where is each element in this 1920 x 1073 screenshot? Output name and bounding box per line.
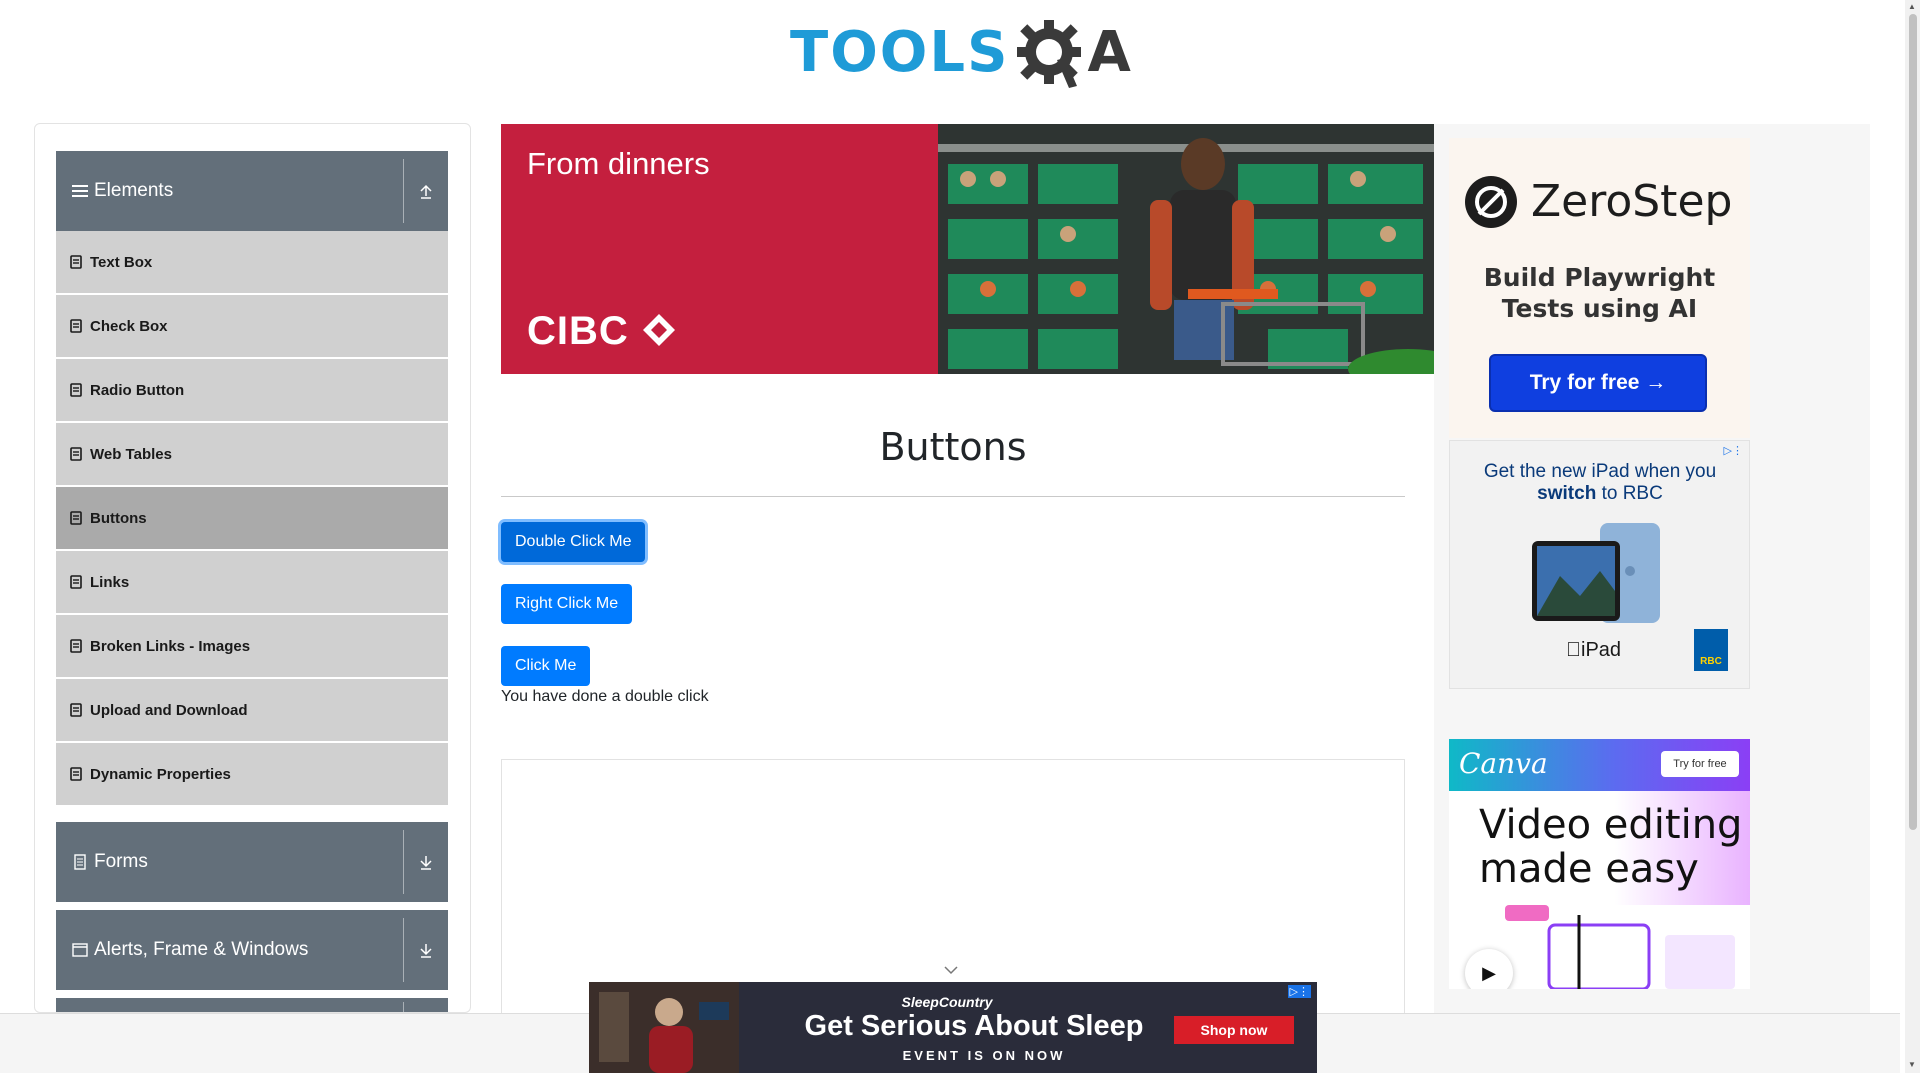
rbc-headline-bold: switch <box>1537 483 1597 504</box>
elements-menu: Text Box Check Box Radio Button Web Tabl… <box>56 231 448 807</box>
file-icon <box>70 383 82 397</box>
group-header-elements[interactable]: Elements <box>56 151 448 231</box>
gear-q-icon <box>1011 12 1091 92</box>
zerostep-ad[interactable]: ZeroStep Build Playwright Tests using AI… <box>1449 138 1750 438</box>
zerostep-tagline: Build Playwright Tests using AI <box>1483 263 1716 323</box>
sleep-country-ad[interactable]: SleepCountry Get Serious About Sleep EVE… <box>589 982 1317 1073</box>
sidebar: Elements Text Box Check Box Radio Button… <box>34 123 471 1013</box>
rbc-logo: RBC <box>1694 629 1728 671</box>
page: TOOLS A Elements Text Box Check Box Radi… <box>0 0 1920 1073</box>
toolsqa-logo[interactable]: TOOLS A <box>790 12 1131 92</box>
file-icon <box>70 255 82 269</box>
logo-text: TOOLS <box>790 19 1010 85</box>
file-icon <box>70 639 82 653</box>
canva-header: Canva Try for free <box>1449 739 1750 791</box>
menu-item-links[interactable]: Links <box>56 551 448 613</box>
group-title: Elements <box>94 180 174 201</box>
sleep-subline: EVENT IS ON NOW <box>902 1048 1066 1063</box>
menu-item-label: Web Tables <box>90 445 172 463</box>
right-click-button[interactable]: Right Click Me <box>501 584 633 624</box>
group-header-partial[interactable] <box>56 998 448 1012</box>
cibc-diamond-icon <box>642 314 675 346</box>
logo-suffix: A <box>1087 19 1131 85</box>
rbc-ipad-ad[interactable]: ▷⋮ Get the new iPad when you switch to R… <box>1449 440 1750 689</box>
scroll-up-icon[interactable]: ▲ <box>1908 2 1916 11</box>
cibc-logo: CIBC <box>527 309 677 354</box>
ipad-image <box>1530 521 1670 631</box>
menu-item-dynamic-properties[interactable]: Dynamic Properties <box>56 743 448 805</box>
file-icon <box>70 447 82 461</box>
shop-now-button[interactable]: Shop now <box>1174 1016 1294 1044</box>
scroll-thumb[interactable] <box>1909 14 1917 830</box>
download-icon[interactable] <box>412 938 440 962</box>
menu-item-web-tables[interactable]: Web Tables <box>56 423 448 485</box>
title-divider <box>501 496 1405 497</box>
banner-headline: From dinners <box>527 146 710 181</box>
canva-headline-panel: Video editing made easy <box>1449 791 1750 905</box>
sleep-ad-photo <box>589 982 739 1073</box>
divider <box>403 159 404 223</box>
page-scrollbar[interactable]: ▲ ▼ <box>1905 0 1920 1073</box>
ad-choices-icon[interactable]: ▷⋮ <box>1724 444 1743 457</box>
file-icon <box>70 319 82 333</box>
file-icon <box>70 703 82 717</box>
menu-item-check-box[interactable]: Check Box <box>56 295 448 357</box>
canva-headline: Video editing made easy <box>1479 802 1743 892</box>
sleep-country-brand: SleepCountry <box>901 994 993 1010</box>
menu-item-label: Check Box <box>90 317 168 335</box>
grocery-photo <box>938 124 1434 374</box>
menu-item-label: Dynamic Properties <box>90 765 231 783</box>
cibc-brand-text: CIBC <box>527 309 629 353</box>
canva-try-button[interactable]: Try for free <box>1661 751 1739 777</box>
play-icon[interactable]: ▶ <box>1465 949 1513 989</box>
divider <box>403 830 404 894</box>
canva-logo: Canva <box>1459 747 1548 780</box>
ad-placeholder-box <box>501 759 1405 1019</box>
rbc-headline-prefix: Get the new iPad when you <box>1483 461 1717 482</box>
menu-item-label: Radio Button <box>90 381 185 399</box>
menu-item-upload-download[interactable]: Upload and Download <box>56 679 448 741</box>
menu-item-buttons[interactable]: Buttons <box>56 487 448 549</box>
zerostep-name: ZeroStep <box>1531 176 1733 227</box>
scroll-down-icon[interactable]: ▼ <box>1908 1060 1916 1069</box>
rbc-headline: Get the new iPad when you switch to RBC <box>1460 461 1740 505</box>
group-header-forms[interactable]: Forms <box>56 822 448 902</box>
canva-ad[interactable]: Canva Try for free Video editing made ea… <box>1449 739 1750 989</box>
menu-item-text-box[interactable]: Text Box <box>56 231 448 293</box>
page-title: Buttons <box>879 425 1027 469</box>
group-title: Forms <box>94 851 148 872</box>
sleep-headline: Get Serious About Sleep <box>804 1010 1144 1042</box>
double-click-button[interactable]: Double Click Me <box>501 522 646 562</box>
document-icon <box>72 854 88 870</box>
menu-item-label: Upload and Download <box>90 701 248 719</box>
divider <box>403 1002 404 1012</box>
banner-ad[interactable]: From dinners CIBC <box>501 124 1434 374</box>
menu-item-label: Links <box>90 573 130 591</box>
chevron-down-icon[interactable] <box>944 962 958 978</box>
file-icon <box>70 767 82 781</box>
ipad-product-name: iPad <box>1566 639 1621 661</box>
ad-choices-icon[interactable]: ▷⋮ <box>1287 985 1311 998</box>
expand-up-icon[interactable] <box>412 179 440 203</box>
menu-item-label: Text Box <box>90 253 153 271</box>
divider <box>403 918 404 982</box>
menu-item-radio-button[interactable]: Radio Button <box>56 359 448 421</box>
menu-item-label: Broken Links - Images <box>90 637 251 655</box>
menu-item-broken-links[interactable]: Broken Links - Images <box>56 615 448 677</box>
list-icon <box>72 183 88 199</box>
rbc-headline-suffix: to RBC <box>1596 483 1663 504</box>
double-click-message: You have done a double click <box>501 688 709 705</box>
menu-item-label: Buttons <box>90 509 147 527</box>
zerostep-logo-icon <box>1465 176 1517 228</box>
download-icon[interactable] <box>412 850 440 874</box>
ipad-label: iPad <box>1566 639 1621 662</box>
group-header-alerts[interactable]: Alerts, Frame & Windows <box>56 910 448 990</box>
click-me-button[interactable]: Click Me <box>501 646 591 686</box>
file-icon <box>70 575 82 589</box>
window-icon <box>72 942 88 958</box>
group-title: Alerts, Frame & Windows <box>94 939 309 960</box>
zerostep-try-button[interactable]: Try for free → <box>1489 354 1707 412</box>
file-icon <box>70 511 82 525</box>
banner-ad-text-panel: From dinners CIBC <box>501 124 938 374</box>
